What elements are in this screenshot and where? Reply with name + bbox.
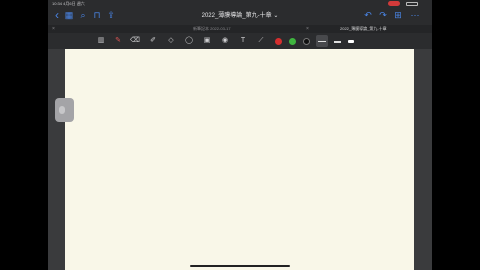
title-bar: ‹ ▦ ⌕ ⊓ ⇪ 2022_薄膜導論_第九-十章 ⌄ ↶ ↷ ⊞ ⋯: [48, 7, 432, 25]
redo-icon[interactable]: ↷: [378, 10, 388, 20]
lasso-icon[interactable]: ◯: [184, 36, 194, 46]
eraser-icon[interactable]: ⌫: [130, 36, 140, 46]
text-icon[interactable]: T: [238, 36, 248, 46]
image-icon[interactable]: ▣: [202, 36, 212, 46]
note-page[interactable]: [65, 49, 414, 270]
bookmark-icon[interactable]: ⊓: [92, 10, 102, 20]
chevron-down-icon: ⌄: [273, 13, 279, 19]
search-icon[interactable]: ⌕: [78, 10, 88, 20]
tab-active-document[interactable]: 2022_薄膜導論_第九-十章: [340, 25, 387, 33]
share-icon[interactable]: ⇪: [106, 10, 116, 20]
undo-icon[interactable]: ↶: [363, 10, 373, 20]
color-red-swatch[interactable]: [275, 38, 282, 45]
tab-close-icon[interactable]: ×: [306, 25, 309, 33]
scroll-handle-grip: [59, 106, 65, 114]
document-title-menu[interactable]: 2022_薄膜導論_第九-十章 ⌄: [178, 11, 302, 21]
drawing-toolbar: ▥ ✎ ⌫ ✐ ◇ ◯ ▣ ◉ T ⟋: [48, 33, 432, 49]
line-width-medium[interactable]: [334, 41, 341, 43]
tab-close-icon[interactable]: ×: [52, 25, 55, 33]
home-indicator: [190, 265, 290, 267]
more-icon[interactable]: ⋯: [410, 10, 420, 20]
line-width-thick[interactable]: [348, 40, 354, 43]
grid-icon[interactable]: ▦: [64, 10, 74, 20]
status-time-date: 10:34 4月6日 週六: [52, 1, 85, 6]
reader-icon[interactable]: ▥: [96, 36, 106, 46]
ipad-screen: 10:34 4月6日 週六 ‹ ▦ ⌕ ⊓ ⇪ 2022_薄膜導論_第九-十章 …: [48, 0, 432, 270]
camera-icon[interactable]: ◉: [220, 36, 230, 46]
canvas-area: [48, 49, 432, 270]
color-black-swatch[interactable]: [303, 38, 310, 45]
highlighter-icon[interactable]: ✐: [148, 36, 158, 46]
document-tabs: × 新筆記本 2022-03-17 × 2022_薄膜導論_第九-十章: [48, 25, 432, 33]
laser-pointer-icon[interactable]: ⟋: [256, 36, 266, 46]
battery-icon: [406, 2, 418, 6]
add-page-icon[interactable]: ⊞: [393, 10, 403, 20]
screen-recording-indicator: [388, 1, 400, 6]
tab-notebook[interactable]: 新筆記本 2022-03-17: [193, 25, 231, 33]
shapes-icon[interactable]: ◇: [166, 36, 176, 46]
status-bar: 10:34 4月6日 週六: [48, 0, 432, 7]
color-green-swatch[interactable]: [289, 38, 296, 45]
document-title: 2022_薄膜導論_第九-十章: [201, 13, 272, 19]
back-icon[interactable]: ‹: [52, 9, 62, 21]
scroll-handle[interactable]: [55, 98, 74, 122]
pen-icon[interactable]: ✎: [113, 36, 123, 46]
line-width-thin[interactable]: [318, 41, 326, 42]
